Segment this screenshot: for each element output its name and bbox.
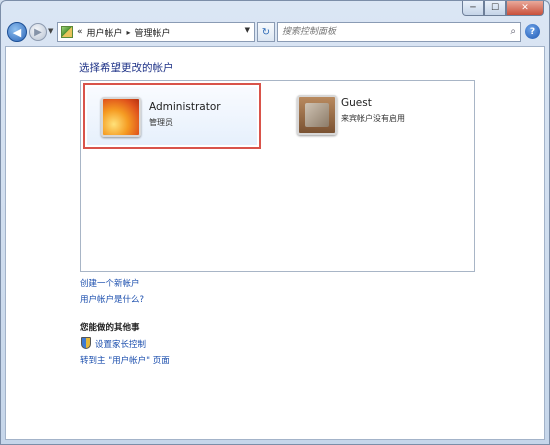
avatar-guest bbox=[297, 95, 337, 135]
address-bar[interactable]: « 用户帐户 ▸ 管理帐户 ▼ bbox=[57, 22, 255, 42]
forward-arrow-icon[interactable]: ▶ bbox=[29, 23, 47, 41]
account-tile-administrator[interactable]: Administrator 管理员 bbox=[83, 83, 261, 149]
section-title: 您能做的其他事 bbox=[80, 323, 140, 333]
breadcrumb-item-manage-accounts[interactable]: 管理帐户 bbox=[135, 26, 171, 39]
back-arrow-icon[interactable]: ◀ bbox=[7, 22, 27, 42]
account-name: Administrator bbox=[149, 101, 221, 113]
create-account-link[interactable]: 创建一个新帐户 bbox=[80, 277, 140, 289]
shield-icon bbox=[81, 337, 91, 349]
avatar-administrator bbox=[101, 97, 141, 137]
help-icon[interactable]: ? bbox=[525, 24, 540, 39]
search-icon[interactable]: ⌕ bbox=[510, 26, 516, 37]
content-area: 选择希望更改的帐户 Administrator 管理员 Guest 来宾帐户没有… bbox=[5, 46, 545, 440]
account-tile-guest[interactable]: Guest 来宾帐户没有启用 bbox=[293, 87, 443, 147]
accounts-panel: Administrator 管理员 Guest 来宾帐户没有启用 bbox=[80, 80, 475, 272]
close-button[interactable]: ✕ bbox=[506, 1, 544, 16]
parental-controls-link[interactable]: 设置家长控制 bbox=[95, 338, 146, 350]
account-name: Guest bbox=[341, 97, 372, 109]
control-panel-icon bbox=[61, 26, 73, 38]
breadcrumb-separator-icon[interactable]: ▸ bbox=[127, 28, 131, 37]
search-input[interactable] bbox=[282, 23, 516, 41]
refresh-icon[interactable]: ↻ bbox=[257, 22, 275, 42]
account-role: 来宾帐户没有启用 bbox=[341, 114, 405, 123]
what-is-user-account-link[interactable]: 用户帐户是什么? bbox=[80, 293, 144, 305]
caption-buttons: ─ ☐ ✕ bbox=[462, 1, 544, 16]
page-title: 选择希望更改的帐户 bbox=[79, 62, 174, 74]
maximize-button[interactable]: ☐ bbox=[484, 1, 506, 16]
minimize-button[interactable]: ─ bbox=[462, 1, 484, 16]
breadcrumb-item-user-accounts[interactable]: 用户帐户 bbox=[87, 26, 123, 39]
history-dropdown-icon[interactable]: ▼ bbox=[48, 27, 53, 35]
breadcrumb-overflow[interactable]: « bbox=[77, 27, 83, 37]
window: ─ ☐ ✕ ◀ ▶ ▼ « 用户帐户 ▸ 管理帐户 ▼ ↻ ⌕ ? 选择希望更改… bbox=[0, 0, 550, 445]
main-user-accounts-link[interactable]: 转到主 "用户帐户" 页面 bbox=[80, 354, 170, 366]
account-role: 管理员 bbox=[149, 118, 173, 127]
address-toolbar: ◀ ▶ ▼ « 用户帐户 ▸ 管理帐户 ▼ ↻ ⌕ ? bbox=[5, 21, 543, 43]
address-dropdown-icon[interactable]: ▼ bbox=[245, 26, 250, 34]
search-box[interactable]: ⌕ bbox=[277, 22, 521, 42]
